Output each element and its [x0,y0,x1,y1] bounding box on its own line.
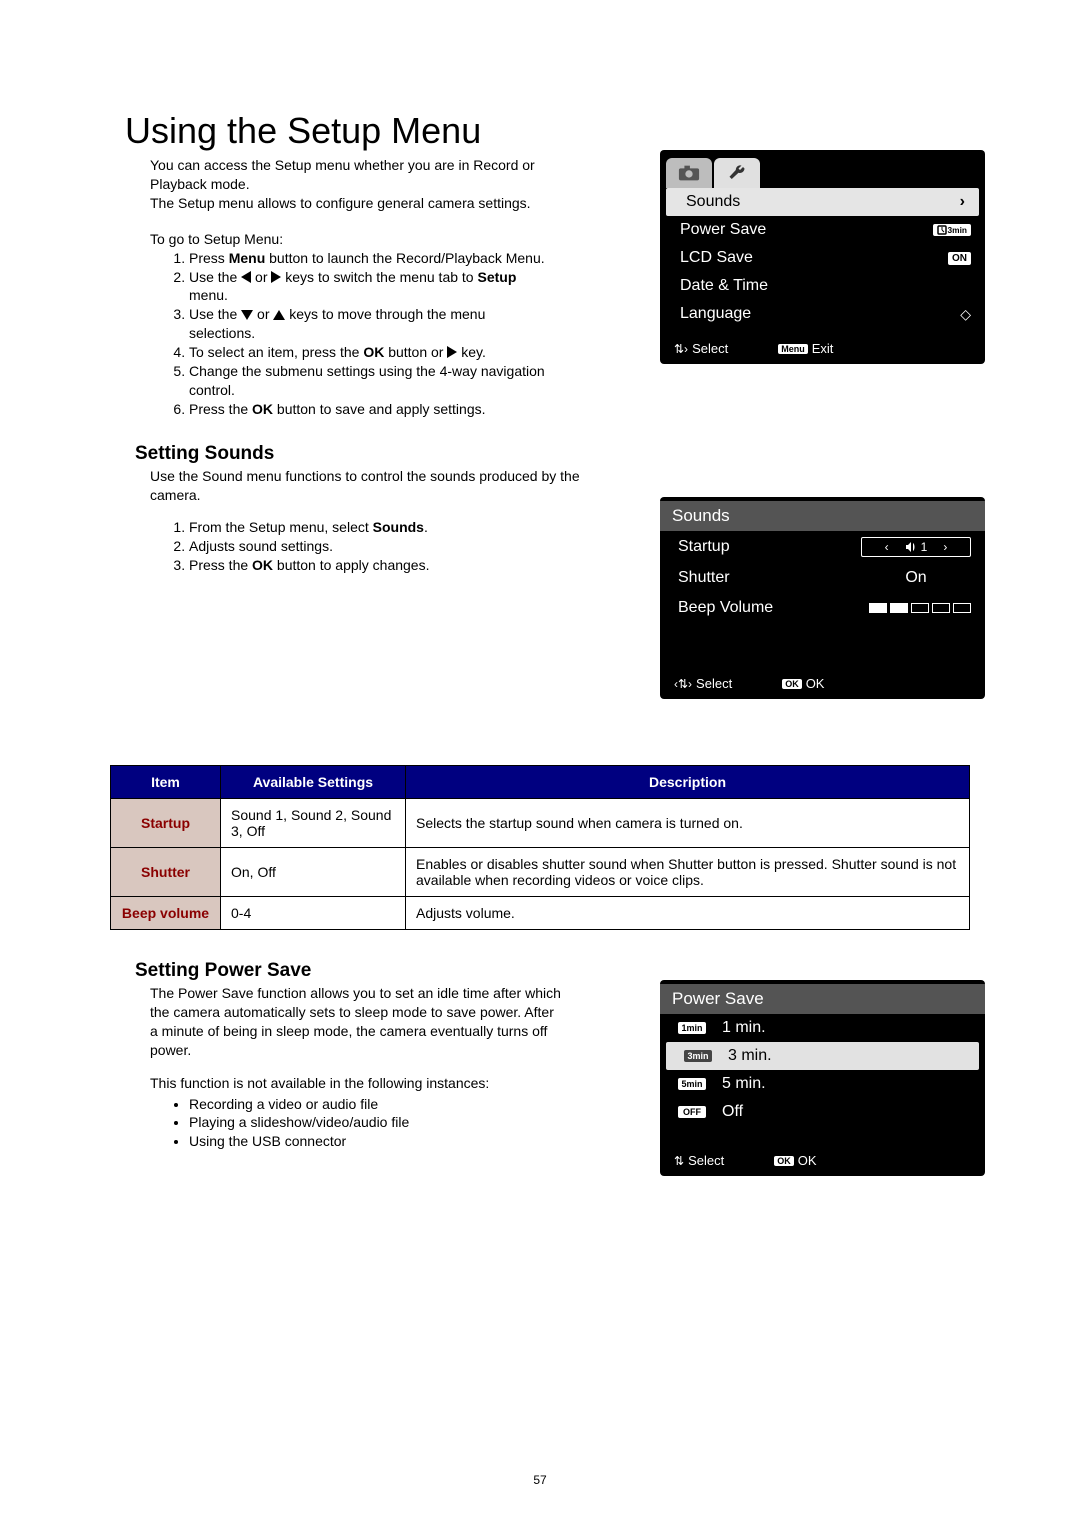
sounds-row-shutter: Shutter On [660,563,985,593]
intro-line-2: The Setup menu allows to configure gener… [150,195,531,211]
up-arrow-icon [273,310,285,320]
volume-bars [869,603,971,613]
language-icon: ◇ [960,306,971,323]
clock-5min-icon: 5min [678,1078,706,1090]
sounds-row-beep: Beep Volume [660,593,985,623]
lcd-tabs [660,154,985,188]
sounds-heading: Setting Sounds [135,443,985,465]
menu-item-language: Language ◇ [660,300,985,328]
goto-step-4: To select an item, press the OK button o… [189,343,585,362]
clock-1min-icon: 1min [678,1022,706,1034]
on-badge: ON [948,252,971,265]
bullet-item: Recording a video or audio file [189,1095,565,1114]
menu-item-sounds: Sounds › [666,188,979,216]
right-arrow-icon [271,271,281,283]
down-arrow-icon [241,310,253,320]
power-save-submenu-screenshot: Power Save 1min 1 min. 3min 3 min. 5min … [660,980,985,1176]
sounds-submenu-title: Sounds [660,501,985,531]
page-title: Using the Setup Menu [125,110,985,152]
th-description: Description [406,766,970,799]
ok-key-icon: OK [774,1156,794,1166]
goto-step-3: Use the or keys to move through the menu… [189,305,585,343]
goto-step-2: Use the or keys to switch the menu tab t… [189,268,585,306]
sounds-desc: Use the Sound menu functions to control … [150,467,585,505]
sounds-steps: From the Setup menu, select Sounds. Adju… [167,518,585,575]
sounds-row-startup: Startup ‹ 1 › [660,531,985,563]
right-arrow-icon [447,346,457,358]
menu-item-lcd-save: LCD Save ON [660,244,985,272]
power-save-badge: 3min [933,224,971,236]
clock-3min-icon: 3min [684,1050,712,1062]
power-save-bullets: Recording a video or audio file Playing … [167,1095,565,1152]
ps-option-5min: 5min 5 min. [660,1070,985,1098]
chevron-right-icon: › [943,540,947,554]
speaker-icon [905,541,917,553]
sounds-step-2: Adjusts sound settings. [189,537,585,556]
table-row: Startup Sound 1, Sound 2, Sound 3, Off S… [111,799,970,848]
off-icon: OFF [678,1106,706,1118]
power-save-title: Power Save [660,984,985,1014]
startup-spinner: ‹ 1 › [861,537,971,557]
goto-step-5: Change the submenu settings using the 4-… [189,362,585,400]
left-arrow-icon [241,271,251,283]
menu-item-date-time: Date & Time [660,272,985,300]
sounds-step-1: From the Setup menu, select Sounds. [189,518,585,537]
wrench-tab-icon [714,158,760,188]
table-row: Beep volume 0-4 Adjusts volume. [111,897,970,930]
lcd-footer: ⇅›Select MenuExit [660,334,985,364]
intro-line-1: You can access the Setup menu whether yo… [150,157,535,192]
sounds-settings-table: Item Available Settings Description Star… [110,765,970,930]
updown-icon: ⇅› [674,342,688,356]
sounds-lcd-footer: ‹⇅›Select OKOK [660,669,985,699]
goto-step-6: Press the OK button to save and apply se… [189,400,585,419]
goto-heading: To go to Setup Menu: [150,231,585,247]
goto-step-1: Press Menu button to launch the Record/P… [189,249,585,268]
updown-icon: ⇅ [674,1154,684,1168]
manual-page: Using the Setup Menu You can access the … [0,0,1080,1527]
power-save-para: The Power Save function allows you to se… [150,984,565,1060]
power-save-heading: Setting Power Save [135,960,985,982]
ok-key-icon: OK [782,679,802,689]
goto-steps-list: Press Menu button to launch the Record/P… [167,249,585,419]
th-item: Item [111,766,221,799]
setup-menu-screenshot: Sounds › Power Save 3min LCD Save ON [660,150,985,364]
sounds-submenu-screenshot: Sounds Startup ‹ 1 › Shutter On Beep Vol… [660,497,985,699]
sounds-step-3: Press the OK button to apply changes. [189,556,585,575]
setup-menu-list: Sounds › Power Save 3min LCD Save ON [660,188,985,328]
power-save-note: This function is not available in the fo… [150,1074,565,1093]
ps-option-3min: 3min 3 min. [666,1042,979,1070]
table-row: Shutter On, Off Enables or disables shut… [111,848,970,897]
chevron-right-icon: › [960,193,965,211]
page-number: 57 [0,1473,1080,1487]
menu-key-icon: Menu [778,344,808,354]
nav-icon: ‹⇅› [674,677,692,691]
th-available: Available Settings [221,766,406,799]
bullet-item: Playing a slideshow/video/audio file [189,1113,565,1132]
chevron-left-icon: ‹ [885,540,889,554]
ps-option-1min: 1min 1 min. [660,1014,985,1042]
ps-option-off: OFF Off [660,1098,985,1126]
power-lcd-footer: ⇅Select OKOK [660,1146,985,1176]
menu-item-power-save: Power Save 3min [660,216,985,244]
intro-text: You can access the Setup menu whether yo… [150,156,585,213]
camera-tab-icon [666,158,712,188]
bullet-item: Using the USB connector [189,1132,565,1151]
